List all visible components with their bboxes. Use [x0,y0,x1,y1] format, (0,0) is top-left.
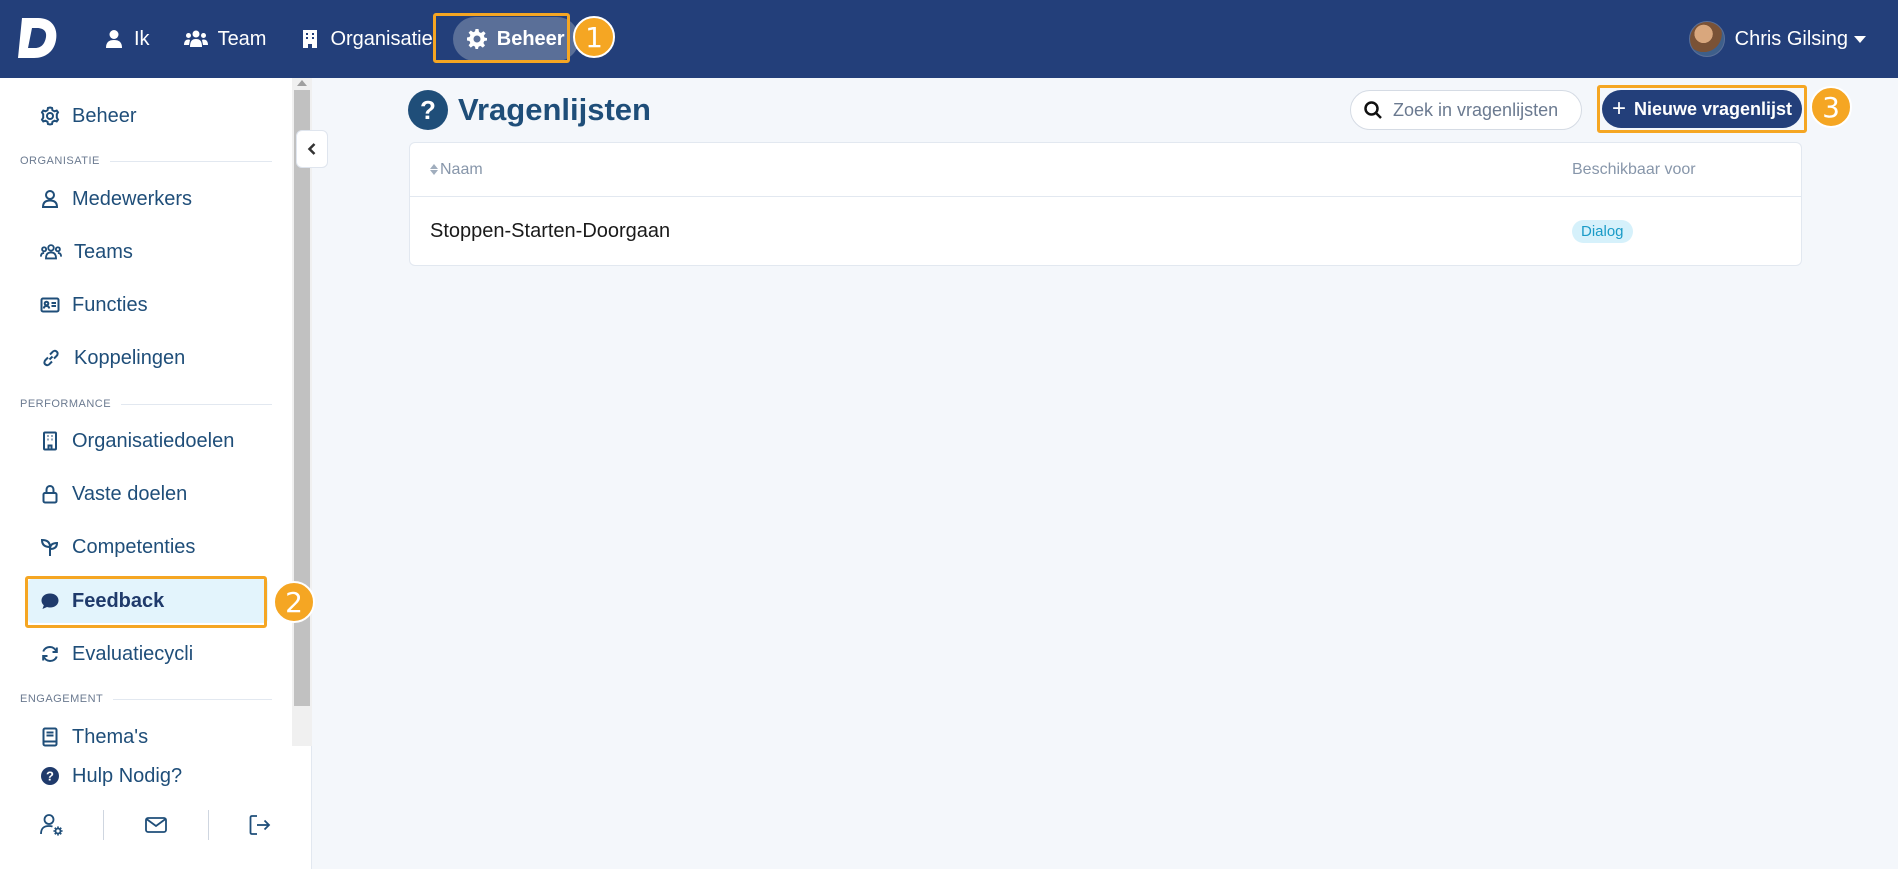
row-name: Stoppen-Starten-Doorgaan [430,219,671,242]
user-menu[interactable]: Chris Gilsing [1688,0,1866,78]
user-name: Chris Gilsing [1734,27,1848,50]
step-badge-1: 1 [573,16,615,58]
divider [109,160,272,162]
sidebar-item-koppelingen[interactable]: Koppelingen [28,336,268,380]
column-header-naam[interactable]: Naam [430,161,483,179]
book-icon [42,727,58,747]
nav-team-label: Team [217,27,267,50]
sidebar-item-hulp[interactable]: ? Hulp Nodig? [28,754,268,798]
table-header: Naam Beschikbaar voor [410,143,1801,197]
divider [113,698,272,700]
messages-button[interactable] [104,812,207,838]
nav-organisatie-label: Organisatie [330,27,433,50]
users-icon [40,244,62,260]
envelope-icon [145,817,167,833]
link-icon [43,349,59,367]
search-box[interactable] [1350,90,1582,130]
scroll-up-icon[interactable] [297,80,307,86]
nav-beheer-label: Beheer [496,27,565,50]
gear-icon [466,29,487,49]
sidebar-item-competenties[interactable]: Competenties [28,525,268,569]
sidebar-item-label: Evaluatiecycli [72,642,194,665]
step-badge-2: 2 [273,581,315,623]
user-settings-button[interactable] [0,812,103,838]
sidebar-item-label: Functies [72,293,148,316]
sidebar-footer [0,800,312,850]
step-badge-3: 3 [1810,86,1852,128]
logout-icon [249,815,271,835]
id-card-icon [40,297,60,313]
sidebar-item-label: Thema's [72,725,149,748]
main-nav: Ik Team Organisatie Beheer [90,0,585,78]
sidebar-item-label: Beheer [72,104,137,127]
lock-icon [42,484,58,504]
sidebar-item-vaste-doelen[interactable]: Vaste doelen [28,472,268,516]
sidebar-item-teams[interactable]: Teams [28,230,268,274]
section-performance: PERFORMANCE [20,398,272,410]
page-header: ? Vragenlijsten [408,90,651,130]
nav-beheer[interactable]: Beheer [452,17,579,61]
user-cog-icon [39,814,63,836]
section-label: ORGANISATIE [20,155,100,167]
sidebar-item-label: Teams [74,240,133,263]
sidebar-item-themas[interactable]: Thema's [28,715,268,759]
sidebar-item-beheer[interactable]: Beheer [28,94,268,138]
collapse-sidebar-button[interactable] [296,130,328,168]
sidebar-item-label: Organisatiedoelen [72,429,235,452]
questionnaire-table: Naam Beschikbaar voor Stoppen-Starten-Do… [409,142,1802,266]
avatar [1688,21,1725,57]
sidebar-item-label: Medewerkers [72,187,193,210]
sidebar-scrollbar[interactable] [292,78,312,746]
section-engagement: ENGAGEMENT [20,693,272,705]
question-icon: ? [408,90,448,130]
user-icon [41,190,59,208]
page-title: Vragenlijsten [458,92,651,127]
nav-organisatie[interactable]: Organisatie [286,17,446,61]
nav-ik-label: Ik [134,27,150,50]
section-label: ENGAGEMENT [20,693,104,705]
section-label: PERFORMANCE [20,398,112,410]
search-icon [1364,101,1382,119]
new-questionnaire-button[interactable]: + Nieuwe vragenlijst [1602,90,1802,128]
sidebar-item-label: Competenties [72,535,196,558]
sidebar-item-label: Feedback [72,589,165,612]
section-organisatie: ORGANISATIE [20,155,272,167]
column-header-beschikbaar: Beschikbaar voor [1572,160,1696,178]
chevron-left-icon [307,143,316,155]
refresh-icon [42,645,58,663]
sort-icon [430,164,438,175]
plus-icon: + [1611,95,1626,122]
sidebar-item-functies[interactable]: Functies [28,283,268,327]
sidebar-item-feedback[interactable]: Feedback [28,579,268,623]
sidebar-item-label: Vaste doelen [72,482,188,505]
building-icon [43,431,57,451]
nav-ik[interactable]: Ik [90,17,164,61]
user-icon [106,30,122,48]
sidebar-item-evaluatiecycli[interactable]: Evaluatiecycli [28,632,268,676]
sidebar-item-medewerkers[interactable]: Medewerkers [28,177,268,221]
chat-bubble-icon [41,593,59,609]
seedling-icon [40,538,59,556]
app-logo[interactable] [18,16,60,60]
top-navbar: Ik Team Organisatie Beheer Chris Gilsing [0,0,1898,78]
logout-button[interactable] [209,812,312,838]
search-input[interactable] [1393,99,1563,121]
help-circle-icon: ? [41,767,59,785]
caret-down-icon [1854,35,1866,43]
table-row[interactable]: Stoppen-Starten-Doorgaan Dialog [410,197,1801,265]
new-questionnaire-label: Nieuwe vragenlijst [1633,98,1793,119]
sidebar-item-label: Hulp Nodig? [72,764,183,787]
building-icon [303,30,318,48]
sidebar-item-label: Koppelingen [74,346,186,369]
svg-text:?: ? [46,769,54,784]
users-icon [183,30,208,47]
nav-team[interactable]: Team [170,17,281,61]
column-label: Naam [440,160,483,178]
gear-icon [40,106,60,126]
availability-tag: Dialog [1572,219,1633,243]
divider [121,403,272,405]
sidebar-item-organisatiedoelen[interactable]: Organisatiedoelen [28,419,268,463]
